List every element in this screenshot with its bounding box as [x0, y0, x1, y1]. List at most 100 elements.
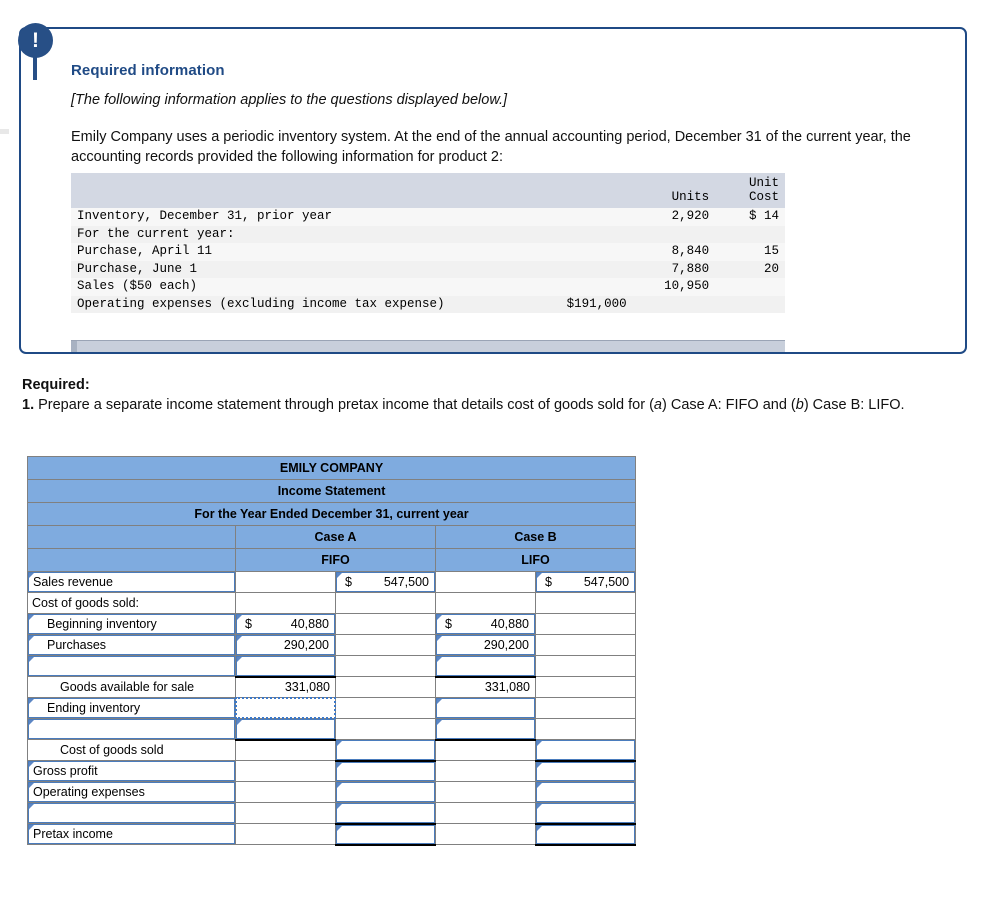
case-a-total-box[interactable]: [336, 782, 435, 802]
case-a-subtotal-box[interactable]: 290,200: [236, 635, 335, 655]
case-a-total-cell: [335, 655, 436, 677]
case-a-subtotal-box[interactable]: [235, 697, 336, 719]
required-item-number: 1.: [22, 397, 35, 413]
case-a-subtotal-cell[interactable]: $40,880: [235, 613, 336, 635]
case-a-subtotal-cell[interactable]: [235, 655, 336, 678]
worksheet-label-text: Cost of goods sold:: [32, 595, 140, 610]
case-a-subtotal-cell: [235, 571, 336, 593]
worksheet-row-label-cell[interactable]: [27, 802, 236, 824]
case-b-total-box[interactable]: [536, 803, 636, 823]
case-a-total-cell[interactable]: [335, 781, 436, 803]
case-b-total-cell[interactable]: $547,500: [534, 571, 637, 593]
worksheet-row-label-cell[interactable]: Gross profit: [27, 760, 236, 782]
worksheet-label-box[interactable]: [28, 719, 235, 739]
case-a-total-box: [336, 677, 435, 697]
required-item-1: 1. Prepare a separate income statement t…: [22, 395, 957, 415]
info-row-units: 7,880: [632, 260, 716, 278]
case-b-total-cell[interactable]: [534, 760, 637, 782]
case-b-total-cell[interactable]: [534, 739, 637, 762]
case-b-total-box[interactable]: [536, 782, 636, 802]
info-table-row: For the current year:: [71, 225, 785, 243]
worksheet-title-row-3: For the Year Ended December 31, current …: [26, 502, 637, 526]
unit-cost-line2: Cost: [748, 190, 779, 204]
horizontal-scrollbar[interactable]: [71, 340, 785, 352]
worksheet-label-box[interactable]: Pretax income: [28, 824, 235, 844]
case-a-subtotal-cell: [235, 823, 336, 845]
case-b-subtotal-box[interactable]: 290,200: [436, 635, 535, 655]
case-b-subtotal-box[interactable]: $40,880: [436, 614, 535, 634]
worksheet-label-box[interactable]: Purchases: [28, 635, 235, 655]
worksheet-label-box[interactable]: Beginning inventory: [28, 614, 235, 634]
worksheet-row-label-cell[interactable]: Operating expenses: [27, 781, 236, 803]
worksheet-row-label-cell[interactable]: Ending inventory: [27, 697, 236, 719]
case-a-total-box[interactable]: [336, 824, 435, 844]
scrollbar-thumb[interactable]: [71, 341, 77, 352]
case-a-total-box[interactable]: $547,500: [336, 572, 435, 592]
case-a-total-box: [336, 614, 435, 634]
case-a-total-cell[interactable]: [335, 760, 436, 782]
case-b-subtotal-box: [436, 572, 535, 592]
case-b-total-box: [536, 719, 636, 739]
case-a-subtotal-box: [236, 761, 335, 781]
worksheet-row-label-cell[interactable]: Pretax income: [27, 823, 236, 845]
worksheet-label-box[interactable]: [28, 656, 235, 676]
worksheet-row-label-cell[interactable]: [27, 718, 236, 740]
case-b-total-box: [536, 677, 636, 697]
case-b-subtotal-value: 331,080: [484, 680, 530, 694]
case-b-total-box[interactable]: $547,500: [536, 572, 636, 592]
worksheet-label-box[interactable]: Gross profit: [28, 761, 235, 781]
case-b-total-cell: [534, 676, 637, 698]
case-b-total-box[interactable]: [536, 824, 636, 844]
product-data-table-head: Units Unit Cost: [71, 173, 785, 208]
company-name: EMILY COMPANY: [26, 456, 637, 480]
worksheet-row-label-cell[interactable]: Sales revenue: [27, 571, 236, 593]
case-b-total-cell[interactable]: [534, 781, 637, 803]
case-a-total-box[interactable]: [336, 803, 435, 823]
worksheet-label-box[interactable]: [28, 803, 235, 823]
case-a-total-cell[interactable]: $547,500: [335, 571, 436, 593]
info-row-label: Sales ($50 each): [71, 278, 521, 296]
case-a-subtotal-value: 331,080: [284, 680, 330, 694]
worksheet-label-box[interactable]: Ending inventory: [28, 698, 235, 718]
worksheet-row-label-cell[interactable]: Beginning inventory: [27, 613, 236, 635]
worksheet-label-box[interactable]: Operating expenses: [28, 782, 235, 802]
callout-content: Required information [The following info…: [71, 62, 945, 167]
info-row-units: 10,950: [632, 278, 716, 296]
case-a-subtotal-box[interactable]: $40,880: [236, 614, 335, 634]
info-row-label: For the current year:: [71, 225, 521, 243]
case-b-subtotal-cell[interactable]: [435, 697, 536, 719]
required-text-part2: ) Case A: FIFO and (: [661, 397, 796, 413]
case-b-subtotal-cell[interactable]: $40,880: [435, 613, 536, 635]
case-b-total-box[interactable]: [536, 761, 636, 781]
worksheet-row-label-cell[interactable]: [27, 655, 236, 677]
case-a-subtotal-box[interactable]: [236, 656, 335, 676]
case-b-subtotal-box[interactable]: [436, 719, 535, 739]
case-a-subtotal-cell[interactable]: 290,200: [235, 634, 336, 656]
case-b-subtotal-cell[interactable]: [435, 655, 536, 678]
case-a-total-cell[interactable]: [335, 739, 436, 762]
case-a-total-cell: [335, 697, 436, 719]
worksheet-label-box[interactable]: Sales revenue: [28, 572, 235, 592]
case-b-total-cell[interactable]: [534, 802, 637, 825]
case-a-total-box[interactable]: [336, 740, 435, 760]
case-a-subtotal-cell[interactable]: [235, 718, 336, 741]
case-a-subtotal-cell: 331,080: [235, 676, 336, 698]
case-a-subtotal-box[interactable]: [236, 719, 335, 739]
case-a-total-box[interactable]: [336, 761, 435, 781]
worksheet-row-label-cell[interactable]: Purchases: [27, 634, 236, 656]
case-b-subtotal-cell[interactable]: 290,200: [435, 634, 536, 656]
case-b-subtotal-cell[interactable]: [435, 718, 536, 741]
case-b-subtotal-box: [436, 761, 535, 781]
case-b-header: Case B: [434, 525, 637, 549]
case-b-total-box: [536, 593, 636, 613]
worksheet-row: Operating expenses: [27, 781, 637, 803]
case-b-total-box[interactable]: [536, 740, 636, 760]
case-b-total-cell[interactable]: [534, 823, 637, 846]
case-a-total-cell[interactable]: [335, 823, 436, 846]
case-a-total-cell[interactable]: [335, 802, 436, 825]
case-b-subtotal-box[interactable]: [436, 656, 535, 676]
case-a-subtotal-cell[interactable]: [235, 697, 336, 719]
case-a-subtotal-box: [236, 803, 335, 823]
case-b-subtotal-box[interactable]: [436, 698, 535, 718]
case-a-subtotal-box: [236, 824, 335, 844]
